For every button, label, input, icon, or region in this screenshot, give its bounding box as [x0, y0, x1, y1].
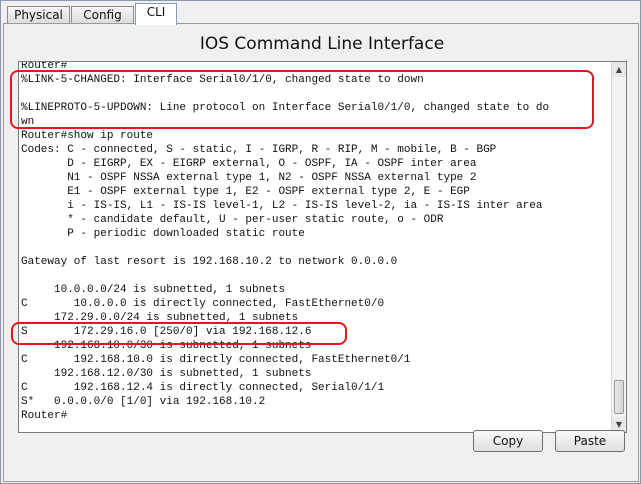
console-line: i - IS-IS, L1 - IS-IS level-1, L2 - IS-I… — [21, 200, 543, 212]
console-line: %LINEPROTO-5-UPDOWN: Line protocol on In… — [21, 102, 550, 114]
paste-button[interactable]: Paste — [555, 430, 625, 452]
console-line: C 192.168.12.4 is directly connected, Se… — [21, 382, 385, 394]
console-line: Router# — [21, 410, 68, 422]
console-line: E1 - OSPF external type 1, E2 - OSPF ext… — [21, 186, 470, 198]
console-line: %LINK-5-CHANGED: Interface Serial0/1/0, … — [21, 74, 424, 86]
scroll-up-icon[interactable]: ▲ — [612, 62, 626, 77]
tab-cli[interactable]: CLI — [135, 3, 177, 25]
scrollbar-thumb[interactable] — [614, 380, 624, 414]
console-line: Router# — [21, 61, 68, 72]
console-scrollbar[interactable]: ▲ ▼ — [611, 62, 626, 432]
console-output[interactable]: Router# %LINK-5-CHANGED: Interface Seria… — [21, 61, 609, 423]
console-line: Codes: C - connected, S - static, I - IG… — [21, 144, 497, 156]
console-line: S* 0.0.0.0/0 [1/0] via 192.168.10.2 — [21, 396, 266, 408]
console-line: 172.29.0.0/24 is subnetted, 1 subnets — [21, 312, 299, 324]
cli-window: Physical Config CLI IOS Command Line Int… — [0, 0, 641, 484]
console-line: * - candidate default, U - per-user stat… — [21, 214, 444, 226]
console-line: Gateway of last resort is 192.168.10.2 t… — [21, 256, 398, 268]
console-line: S 172.29.16.0 [250/0] via 192.168.12.6 — [21, 326, 312, 338]
panel-title: IOS Command Line Interface — [199, 34, 445, 54]
tab-bar: Physical Config CLI — [3, 3, 639, 25]
copy-button[interactable]: Copy — [473, 430, 543, 452]
console-line: N1 - OSPF NSSA external type 1, N2 - OSP… — [21, 172, 477, 184]
console-line: C 10.0.0.0 is directly connected, FastEt… — [21, 298, 385, 310]
cli-panel: IOS Command Line Interface Router# %LINK… — [3, 23, 639, 482]
console-line: 192.168.10.0/30 is subnetted, 1 subnets — [21, 340, 312, 352]
console-line: D - EIGRP, EX - EIGRP external, O - OSPF… — [21, 158, 477, 170]
tab-config[interactable]: Config — [71, 6, 134, 24]
console-line: P - periodic downloaded static route — [21, 228, 305, 240]
cli-console[interactable]: Router# %LINK-5-CHANGED: Interface Seria… — [18, 61, 627, 433]
console-line: 10.0.0.0/24 is subnetted, 1 subnets — [21, 284, 286, 296]
console-line: 192.168.12.0/30 is subnetted, 1 subnets — [21, 368, 312, 380]
tab-physical[interactable]: Physical — [7, 6, 70, 24]
console-line: C 192.168.10.0 is directly connected, Fa… — [21, 354, 411, 366]
console-line: wn — [21, 116, 35, 128]
console-line: Router#show ip route — [21, 130, 154, 142]
